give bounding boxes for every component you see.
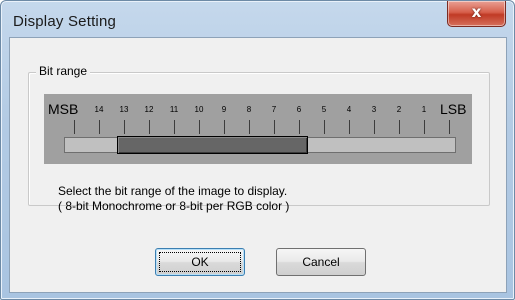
bit-tick: [374, 120, 375, 134]
bit-number: 3: [371, 105, 377, 114]
bit-tick: [224, 120, 225, 134]
bit-tick: [324, 120, 325, 134]
ok-button[interactable]: OK: [155, 248, 245, 276]
dialog-window: Display Setting x Bit range MSB LSB 14 1…: [0, 0, 515, 300]
bit-number: 2: [396, 105, 402, 114]
bit-tick: [99, 120, 100, 134]
bit-tick: [74, 120, 75, 134]
close-icon: x: [471, 3, 482, 21]
bit-tick: [449, 120, 450, 134]
bit-tick: [349, 120, 350, 134]
bit-tick: [274, 120, 275, 134]
bit-number: 4: [346, 105, 352, 114]
description-line-2: ( 8-bit Monochrome or 8-bit per RGB colo…: [58, 199, 290, 213]
cancel-button[interactable]: Cancel: [276, 248, 366, 276]
bit-range-slider-thumb[interactable]: [117, 136, 308, 154]
bit-number: 13: [119, 105, 129, 114]
window-title: Display Setting: [13, 13, 117, 30]
bit-number: 11: [169, 105, 179, 114]
bit-tick: [149, 120, 150, 134]
cancel-button-label: Cancel: [302, 255, 340, 269]
bit-tick: [249, 120, 250, 134]
bit-number: 6: [296, 105, 302, 114]
bit-number: 9: [221, 105, 227, 114]
bit-number: 8: [246, 105, 252, 114]
title-bar[interactable]: Display Setting x: [1, 1, 514, 37]
description-text: Select the bit range of the image to dis…: [58, 184, 289, 214]
close-button[interactable]: x: [447, 1, 506, 27]
group-legend: Bit range: [36, 64, 91, 78]
bit-range-panel: MSB LSB 14 13 12 11 10 9 8 7 6 5 4 3 2 1: [44, 94, 472, 164]
lsb-label: LSB: [440, 101, 467, 117]
bit-tick: [424, 120, 425, 134]
bit-number: 12: [144, 105, 154, 114]
bit-tick: [299, 120, 300, 134]
msb-label: MSB: [48, 101, 79, 117]
bit-number: 7: [271, 105, 277, 114]
bit-number: 10: [194, 105, 204, 114]
dialog-body: Bit range MSB LSB 14 13 12 11 10 9 8 7 6…: [9, 37, 507, 293]
bit-number: 14: [94, 105, 104, 114]
bit-tick: [199, 120, 200, 134]
bit-number: 5: [321, 105, 327, 114]
focus-rectangle: [159, 252, 241, 272]
bit-tick: [174, 120, 175, 134]
bit-tick: [124, 120, 125, 134]
bit-number: 1: [421, 105, 427, 114]
bit-tick: [399, 120, 400, 134]
description-line-1: Select the bit range of the image to dis…: [58, 184, 288, 198]
